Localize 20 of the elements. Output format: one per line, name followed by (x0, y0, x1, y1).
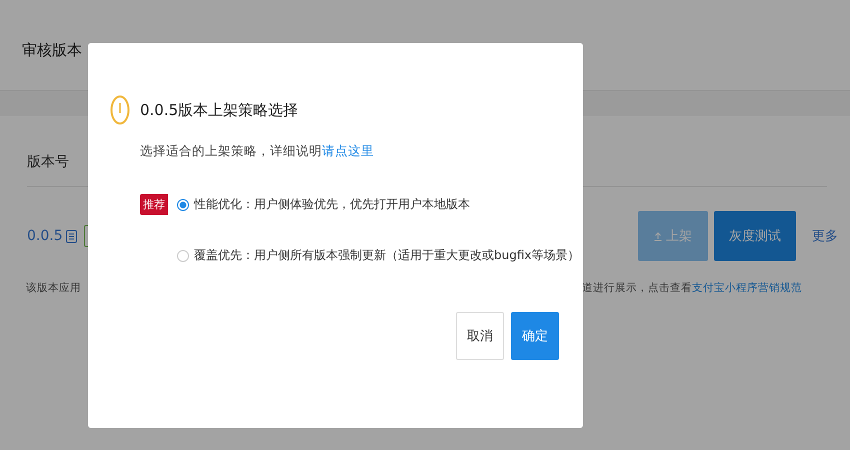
option-label[interactable]: 覆盖优先：用户侧所有版本强制更新（适用于重大更改或bugfix等场景） (194, 247, 580, 264)
version-number: 0.0.5 (27, 228, 63, 244)
radio-button[interactable] (177, 198, 189, 210)
action-button[interactable]: 灰度测试 (714, 211, 796, 261)
recommended-badge: 推荐 (140, 194, 168, 215)
warning-icon (110, 95, 130, 125)
rules-link[interactable]: 支付宝小程序营销规范 (692, 282, 802, 294)
option-label[interactable]: 性能优化：用户侧体验优先，优先打开用户本地版本 (194, 196, 470, 213)
upload-icon (654, 232, 662, 240)
document-icon (66, 230, 77, 242)
details-link[interactable]: 请点这里 (322, 143, 374, 158)
page-title: 审核版本 (22, 41, 82, 59)
cancel-button[interactable]: 取消 (456, 312, 504, 360)
note-text: 该版本应用 (26, 281, 81, 295)
more-link[interactable]: 更多 (812, 227, 838, 245)
confirm-button[interactable]: 确定 (511, 312, 559, 360)
dialog-description: 选择适合的上架策略，详细说明请点这里 (140, 143, 375, 160)
radio-button[interactable] (177, 250, 189, 262)
dialog-title: 0.0.5版本上架策略选择 (140, 100, 298, 120)
note-text: 道进行展示，点击查看支付宝小程序营销规范 (582, 281, 802, 295)
